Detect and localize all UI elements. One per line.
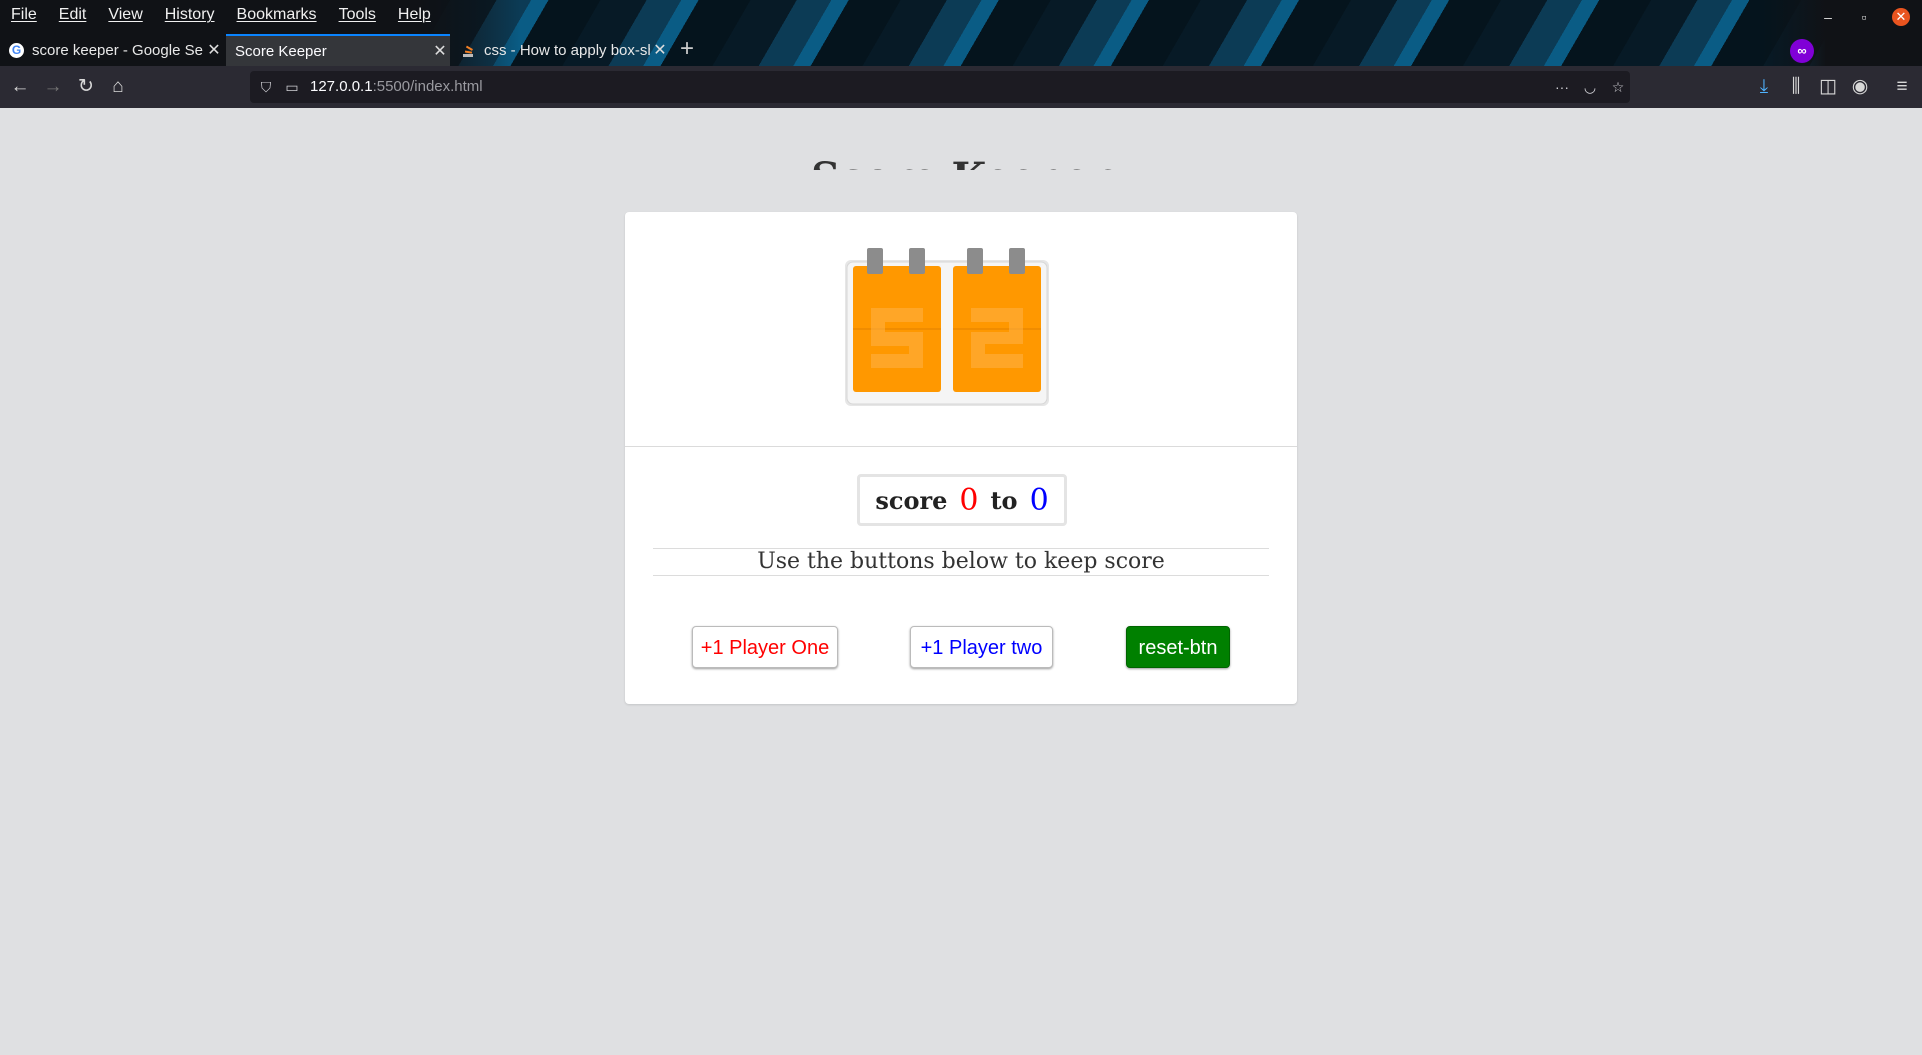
- page-title: Score Keeper: [0, 146, 1922, 171]
- instructions-text: Use the buttons below to keep score: [653, 548, 1269, 576]
- menu-tools[interactable]: Tools: [328, 0, 387, 30]
- pocket-icon[interactable]: ◡: [1580, 77, 1600, 97]
- minimize-icon[interactable]: –: [1820, 9, 1836, 25]
- menu-history[interactable]: History: [154, 0, 226, 30]
- sidebar-icon[interactable]: ◫: [1816, 75, 1840, 99]
- tab-strip: G score keeper - Google Se ✕ Score Keepe…: [0, 34, 1922, 66]
- card-image-area: [625, 212, 1297, 447]
- score-separator: to: [990, 485, 1018, 515]
- private-browsing-icon: ∞: [1790, 39, 1814, 63]
- url-path: :5500/index.html: [372, 78, 483, 95]
- home-icon[interactable]: ⌂: [106, 75, 130, 99]
- player-two-score: 0: [1029, 482, 1049, 518]
- tab-google-search[interactable]: G score keeper - Google Se ✕: [0, 34, 224, 66]
- tracking-protection-icon[interactable]: ⛉: [256, 77, 276, 97]
- score-display: score 0 to 0: [857, 474, 1067, 526]
- close-tab-icon[interactable]: ✕: [430, 41, 450, 61]
- app-menu-icon[interactable]: ≡: [1890, 75, 1914, 99]
- score-card: score 0 to 0 Use the buttons below to ke…: [625, 212, 1297, 704]
- menu-bookmarks[interactable]: Bookmarks: [226, 0, 328, 30]
- tab-title: score keeper - Google Se: [32, 41, 203, 59]
- stackoverflow-icon: [461, 43, 476, 58]
- navigation-toolbar: ← → ↻ ⌂ ⛉ ▭ 127.0.0.1:5500/index.html ··…: [0, 66, 1922, 109]
- menu-file[interactable]: File: [0, 0, 48, 30]
- close-tab-icon[interactable]: ✕: [204, 40, 224, 60]
- page-title-text: Score Keeper: [811, 154, 1111, 171]
- menu-bar: File Edit View History Bookmarks Tools H…: [0, 0, 442, 30]
- restore-icon[interactable]: ▫: [1856, 9, 1872, 25]
- close-window-icon[interactable]: ✕: [1892, 8, 1910, 26]
- page-content: Score Keeper score 0 to 0: [0, 108, 1922, 1055]
- player-one-button[interactable]: +1 Player One: [692, 626, 838, 668]
- forward-icon[interactable]: →: [41, 75, 65, 99]
- menu-edit[interactable]: Edit: [48, 0, 98, 30]
- tab-title: Score Keeper: [235, 42, 327, 60]
- google-icon: G: [9, 42, 24, 58]
- url-text[interactable]: 127.0.0.1:5500/index.html: [310, 78, 483, 95]
- tab-stackoverflow[interactable]: css - How to apply box-sh ✕: [452, 34, 670, 66]
- reset-button[interactable]: reset-btn: [1126, 626, 1230, 668]
- library-icon[interactable]: ⫼: [1784, 75, 1808, 99]
- menu-view[interactable]: View: [97, 0, 153, 30]
- account-icon[interactable]: ◉: [1848, 75, 1872, 99]
- player-two-button[interactable]: +1 Player two: [910, 626, 1053, 668]
- address-bar[interactable]: ⛉ ▭ 127.0.0.1:5500/index.html ··· ◡ ☆: [250, 71, 1630, 103]
- tab-title: css - How to apply box-sh: [484, 41, 650, 59]
- page-info-icon[interactable]: ▭: [282, 77, 302, 97]
- window-controls: – ▫ ✕: [1820, 8, 1910, 26]
- new-tab-button[interactable]: +: [680, 36, 694, 62]
- bookmark-star-icon[interactable]: ☆: [1608, 77, 1628, 97]
- menu-help[interactable]: Help: [387, 0, 442, 30]
- player-one-score: 0: [959, 482, 979, 518]
- downloads-icon[interactable]: ⤓: [1752, 75, 1776, 99]
- tab-score-keeper[interactable]: Score Keeper ✕: [226, 34, 450, 66]
- scoreboard-logo-icon: [845, 248, 1049, 406]
- url-host: 127.0.0.1: [310, 78, 373, 95]
- browser-chrome: File Edit View History Bookmarks Tools H…: [0, 0, 1922, 109]
- close-tab-icon[interactable]: ✕: [650, 40, 670, 60]
- back-icon[interactable]: ←: [8, 75, 32, 99]
- page-actions-icon[interactable]: ···: [1552, 77, 1572, 97]
- reload-icon[interactable]: ↻: [74, 75, 98, 99]
- score-label: score: [875, 485, 948, 515]
